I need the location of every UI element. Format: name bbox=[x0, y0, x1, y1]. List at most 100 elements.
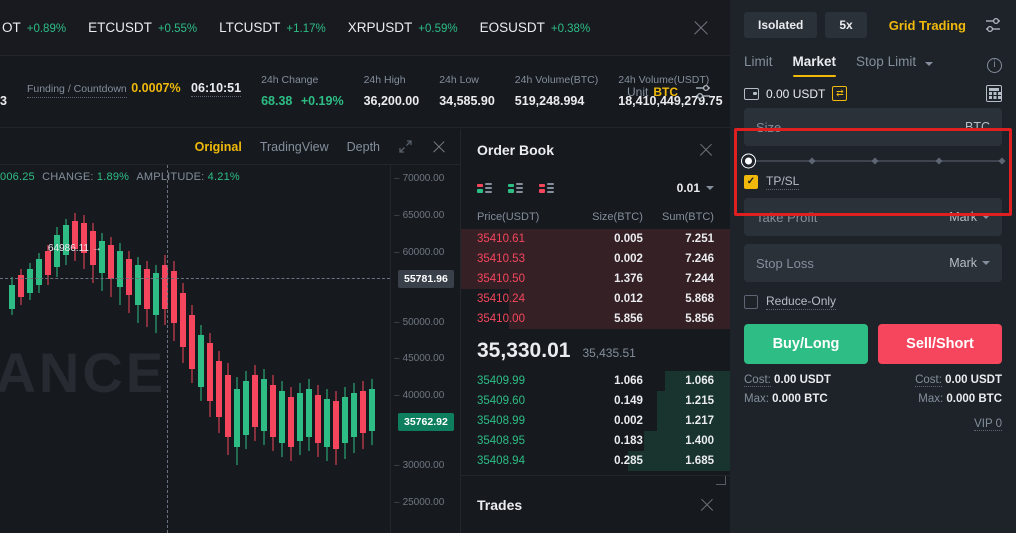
ask-sum: 7.244 bbox=[685, 273, 714, 285]
low-label: 24h Low bbox=[439, 73, 479, 86]
ask-size: 1.376 bbox=[614, 273, 643, 285]
chevron-down-icon bbox=[982, 261, 990, 265]
column-price: Price(USDT) bbox=[477, 211, 540, 223]
reduce-only-checkbox[interactable] bbox=[744, 295, 758, 309]
precision-selector[interactable]: 0.01 bbox=[677, 181, 714, 195]
price-axis[interactable]: 70000.00 65000.00 60000.00 55781.96 5000… bbox=[390, 165, 460, 533]
tpsl-checkbox[interactable]: ✓ bbox=[744, 175, 758, 189]
ticker-change: +0.89% bbox=[26, 23, 67, 35]
left-pane: OT +0.89% ETCUSDT +0.55% LTCUSDT +1.17% … bbox=[0, 0, 731, 533]
swap-currency-icon[interactable]: ⇄ bbox=[832, 86, 848, 101]
bid-sum: 1.685 bbox=[685, 455, 714, 467]
reduce-only-label: Reduce-Only bbox=[766, 294, 837, 310]
bid-sum: 1.217 bbox=[685, 415, 714, 427]
table-row[interactable]: 35410.24 0.012 5.868 bbox=[461, 289, 730, 309]
close-icon[interactable] bbox=[431, 139, 446, 154]
ask-price: 35410.24 bbox=[477, 293, 525, 305]
settings-sliders-icon[interactable] bbox=[984, 16, 1002, 34]
slider-tick-100[interactable] bbox=[998, 157, 1006, 165]
candlestick-chart[interactable]: NANCE bbox=[0, 165, 390, 533]
last-price-tag: 35762.92 bbox=[398, 413, 454, 431]
high-value: 36,200.00 bbox=[363, 93, 420, 108]
tab-original[interactable]: Original bbox=[195, 140, 242, 154]
bid-sum: 1.215 bbox=[685, 395, 714, 407]
order-book-header: Order Book bbox=[461, 129, 730, 171]
stop-loss-input[interactable]: Stop Loss Mark bbox=[744, 244, 1002, 282]
order-book-mid-price: 35,330.01 35,435.51 bbox=[461, 329, 730, 371]
view-bids-icon[interactable] bbox=[508, 181, 525, 196]
calculator-icon[interactable] bbox=[986, 85, 1002, 102]
vip-level-row: VIP 0 bbox=[730, 412, 1016, 431]
market-stats-bar: 3 Funding / Countdown 0.0007% 06:10:51 2… bbox=[0, 56, 730, 128]
sell-summary: Cost: 0.00 USDT Max: 0.000 BTC bbox=[915, 374, 1002, 412]
funding-rate-value: 0.0007% bbox=[131, 81, 181, 95]
precision-value: 0.01 bbox=[676, 181, 700, 195]
size-slider[interactable] bbox=[730, 146, 1016, 168]
slider-tick-25[interactable] bbox=[807, 157, 816, 165]
bid-size: 0.285 bbox=[614, 455, 643, 467]
stat-24h-low: 24h Low 34,585.90 bbox=[439, 74, 495, 110]
table-row[interactable]: 35410.50 1.376 7.244 bbox=[461, 269, 730, 289]
ticker-item[interactable]: LTCUSDT +1.17% bbox=[219, 20, 326, 35]
slider-tick-75[interactable] bbox=[934, 157, 943, 165]
view-asks-icon[interactable] bbox=[539, 181, 556, 196]
axis-tick: 40000.00 bbox=[394, 390, 445, 401]
leverage-button[interactable]: 5x bbox=[825, 12, 867, 38]
table-row[interactable]: 35408.99 0.002 1.217 bbox=[461, 411, 730, 431]
stat-funding: Funding / Countdown 0.0007% 06:10:51 bbox=[26, 79, 242, 104]
mark-price-tag: 55781.96 bbox=[398, 270, 454, 288]
table-row[interactable]: 35410.00 5.856 5.856 bbox=[461, 309, 730, 329]
close-icon[interactable] bbox=[698, 142, 714, 158]
info-icon[interactable]: i bbox=[987, 58, 1002, 73]
settings-sliders-icon[interactable] bbox=[694, 83, 712, 101]
bid-sum: 1.400 bbox=[685, 435, 714, 447]
high-label: 24h High bbox=[363, 73, 406, 86]
close-icon[interactable] bbox=[692, 19, 710, 37]
unit-label: Unit bbox=[626, 84, 649, 99]
take-profit-trigger-select[interactable]: Mark bbox=[949, 210, 990, 224]
tab-tradingview[interactable]: TradingView bbox=[260, 140, 329, 154]
close-icon[interactable] bbox=[699, 497, 715, 513]
margin-mode-button[interactable]: Isolated bbox=[744, 12, 818, 38]
tab-stop-limit[interactable]: Stop Limit bbox=[856, 54, 933, 77]
slider-tick-50[interactable] bbox=[871, 157, 879, 165]
volume-btc-value: 519,248.994 bbox=[514, 93, 585, 108]
sell-short-button[interactable]: Sell/Short bbox=[878, 324, 1002, 364]
unit-selector[interactable]: Unit BTC bbox=[627, 85, 678, 99]
table-row[interactable]: 35409.99 1.066 1.066 bbox=[461, 371, 730, 391]
tab-market[interactable]: Market bbox=[792, 54, 836, 77]
table-row[interactable]: 35410.61 0.005 7.251 bbox=[461, 229, 730, 249]
funding-label: Funding / Countdown bbox=[26, 83, 127, 98]
view-both-icon[interactable] bbox=[477, 181, 494, 196]
take-profit-ref: Mark bbox=[949, 210, 977, 224]
vip-level-link[interactable]: VIP 0 bbox=[974, 418, 1002, 431]
trades-panel-header: Trades bbox=[461, 475, 731, 533]
buy-long-button[interactable]: Buy/Long bbox=[744, 324, 868, 364]
ticker-item[interactable]: XRPUSDT +0.59% bbox=[348, 20, 458, 35]
ask-price: 35410.61 bbox=[477, 233, 525, 245]
order-book-columns: Price(USDT) Size(BTC) Sum(BTC) bbox=[461, 205, 730, 229]
table-row[interactable]: 35409.60 0.149 1.215 bbox=[461, 391, 730, 411]
ask-size: 0.005 bbox=[614, 233, 643, 245]
table-row[interactable]: 35408.95 0.183 1.400 bbox=[461, 431, 730, 451]
sell-max-value: 0.000 BTC bbox=[946, 393, 1002, 405]
ticker-change: +0.55% bbox=[157, 23, 198, 35]
size-input[interactable]: Size BTC bbox=[744, 108, 1002, 146]
table-row[interactable]: 35410.53 0.002 7.246 bbox=[461, 249, 730, 269]
grid-trading-link[interactable]: Grid Trading bbox=[889, 18, 966, 33]
ask-sum: 5.856 bbox=[685, 313, 714, 325]
tpsl-toggle-row: ✓ TP/SL bbox=[730, 168, 1016, 198]
take-profit-input[interactable]: Take Profit Mark bbox=[744, 198, 1002, 236]
expand-icon[interactable] bbox=[398, 139, 413, 154]
table-row[interactable]: 35408.94 0.285 1.685 bbox=[461, 451, 730, 471]
ticker-item[interactable]: EOSUSDT +0.38% bbox=[480, 20, 591, 35]
tab-depth[interactable]: Depth bbox=[347, 140, 380, 154]
ticker-symbol: ETCUSDT bbox=[88, 20, 152, 35]
order-type-tabs: Limit Market Stop Limit i bbox=[730, 48, 1016, 77]
stop-loss-trigger-select[interactable]: Mark bbox=[949, 256, 990, 270]
axis-tick: 50000.00 bbox=[394, 317, 445, 328]
ticker-item[interactable]: OT +0.89% bbox=[2, 20, 66, 35]
ticker-item[interactable]: ETCUSDT +0.55% bbox=[88, 20, 197, 35]
slider-handle[interactable] bbox=[742, 154, 755, 168]
tab-limit[interactable]: Limit bbox=[744, 54, 773, 77]
